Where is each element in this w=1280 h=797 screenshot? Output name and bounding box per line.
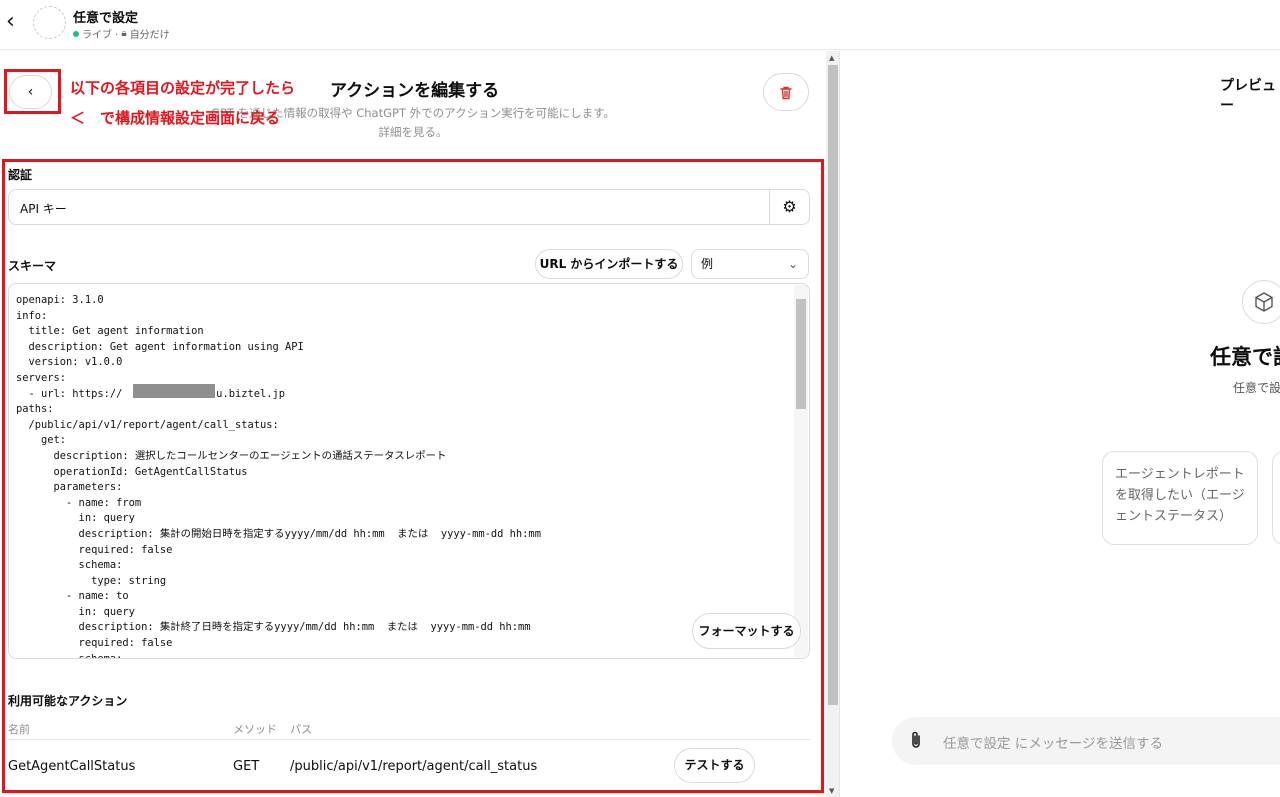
top-bar: ‹ 任意で設定 ライブ · 🔒︎ 自分だけ [0, 0, 1280, 50]
visibility-text: 自分だけ [129, 30, 170, 41]
column-header-name: 名前 [8, 723, 30, 736]
example-select-value: 例 [701, 257, 714, 271]
gear-icon[interactable]: ⚙ [769, 190, 809, 224]
action-editor-panel: ‹ 以下の各項目の設定が完了したら アクションを編集する GPT を通じた情報の… [0, 51, 826, 797]
schema-scrollbar[interactable] [794, 285, 808, 657]
live-dot-icon [73, 30, 79, 37]
paperclip-icon[interactable] [909, 730, 923, 755]
annotation-text-1: 以下の各項目の設定が完了したら [70, 79, 296, 97]
annotation-text-2: ＜ で構成情報設定画面に戻る [70, 109, 281, 127]
column-header-method: メソッド [233, 723, 277, 736]
preview-gpt-description: 任意で設定 [1233, 381, 1280, 395]
test-button[interactable]: テストする [674, 748, 755, 783]
preview-label: プレビュー [1220, 78, 1276, 114]
conversation-starter-2[interactable] [1272, 451, 1280, 545]
gpt-name: 任意で設定 [73, 11, 139, 26]
page-title: アクションを編集する [330, 81, 500, 101]
gpt-avatar[interactable] [33, 6, 66, 39]
scroll-down-icon[interactable]: ▼ [829, 787, 834, 795]
auth-value: API キー [20, 202, 67, 216]
schema-editor[interactable]: openapi: 3.1.0 info: title: Get agent in… [8, 283, 810, 659]
auth-selector[interactable]: API キー ⚙ [8, 189, 810, 225]
format-button[interactable]: フォーマットする [692, 613, 801, 649]
back-arrow-icon[interactable]: ‹ [6, 10, 26, 34]
preview-panel: プレビュー 任意で設定 任意で設定 エージェントレポートを取得したい（エージェン… [841, 51, 1280, 797]
column-header-path: パス [290, 723, 312, 736]
lock-icon: 🔒︎ [121, 28, 127, 39]
example-select[interactable]: 例 ⌄ [691, 249, 809, 279]
gpt-status: ライブ · 🔒︎ 自分だけ [73, 26, 170, 41]
schema-scroll-thumb[interactable] [796, 299, 806, 409]
action-method: GET [233, 759, 260, 774]
editor-scrollbar[interactable]: ▲ ▼ [826, 51, 840, 797]
composer-placeholder: 任意で設定 にメッセージを送信する [943, 736, 1164, 752]
message-composer[interactable]: 任意で設定 にメッセージを送信する [892, 717, 1280, 765]
import-from-url-button[interactable]: URL からインポートする [535, 249, 683, 279]
schema-code[interactable]: openapi: 3.1.0 info: title: Get agent in… [16, 293, 541, 658]
chevron-down-icon: ⌄ [787, 257, 798, 271]
cube-icon [1242, 280, 1280, 324]
redaction-bar [133, 384, 215, 398]
auth-label: 認証 [8, 168, 33, 182]
action-path: /public/api/v1/report/agent/call_status [290, 759, 538, 774]
table-divider [8, 739, 810, 740]
actions-label: 利用可能なアクション [8, 694, 128, 708]
preview-gpt-name: 任意で設定 [1210, 345, 1280, 369]
delete-action-button[interactable] [763, 73, 809, 111]
schema-label: スキーマ [8, 259, 57, 273]
action-name: GetAgentCallStatus [8, 759, 136, 774]
scroll-up-icon[interactable]: ▲ [829, 54, 834, 62]
editor-scroll-thumb[interactable] [828, 65, 838, 705]
trash-icon [778, 82, 794, 101]
status-text: ライブ · [82, 30, 119, 41]
conversation-starter[interactable]: エージェントレポートを取得したい（エージェントステータス） [1102, 451, 1258, 545]
